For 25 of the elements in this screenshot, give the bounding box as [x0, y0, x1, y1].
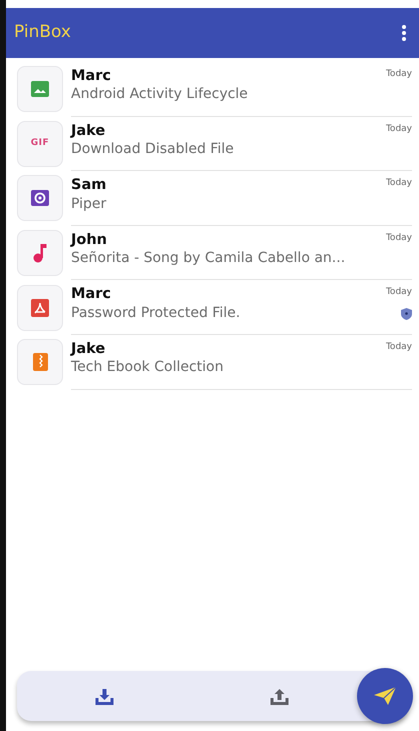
- gif-icon: GIF: [30, 137, 50, 151]
- sender-name: Marc: [71, 286, 112, 304]
- download-tray-icon: [95, 688, 114, 706]
- sender-name: Marc: [71, 68, 112, 86]
- sender-name: Jake: [71, 340, 106, 358]
- app-title: PinBox: [14, 21, 71, 44]
- file-title[interactable]: Piper: [71, 194, 386, 214]
- sender-name: Jake: [71, 122, 106, 140]
- file-title[interactable]: Señorita - Song by Camila Cabello an...: [71, 249, 386, 268]
- timestamp: Today: [386, 340, 412, 354]
- file-title[interactable]: Download Disabled File: [71, 140, 386, 159]
- file-title[interactable]: Password Protected File.: [71, 304, 386, 323]
- upload-tray-icon: [270, 688, 289, 706]
- send-button[interactable]: [357, 668, 413, 724]
- timestamp: Today: [386, 286, 412, 300]
- sender-name: Sam: [71, 177, 108, 195]
- file-title[interactable]: Android Activity Lifecycle: [71, 85, 386, 104]
- timestamp: Today: [386, 177, 412, 190]
- paper-plane-icon: [374, 687, 396, 705]
- timestamp: Today: [386, 122, 412, 136]
- more-options-icon[interactable]: [401, 24, 407, 42]
- file-title[interactable]: Tech Ebook Collection: [71, 358, 386, 378]
- timestamp: Today: [386, 232, 412, 245]
- sender-name: John: [71, 232, 108, 250]
- timestamp: Today: [386, 68, 412, 81]
